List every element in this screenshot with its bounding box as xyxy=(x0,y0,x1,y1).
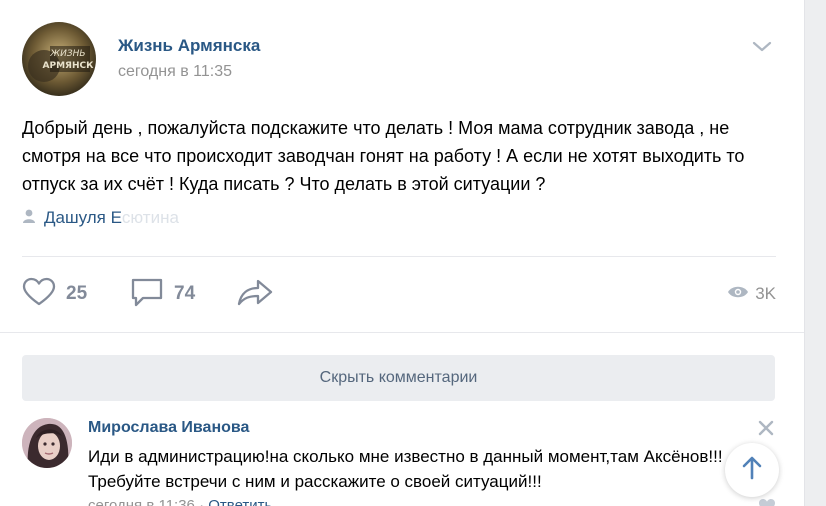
comment-button[interactable]: 74 xyxy=(130,276,195,312)
group-name-link[interactable]: Жизнь Армянска xyxy=(118,36,260,56)
post-signer[interactable]: Дашуля Есютина xyxy=(22,206,179,230)
hide-comments-button[interactable]: Скрыть комментарии xyxy=(22,355,775,401)
right-gutter xyxy=(804,0,826,506)
commenter-avatar[interactable] xyxy=(22,418,72,468)
person-icon xyxy=(22,208,36,229)
reply-link[interactable]: Ответить xyxy=(208,497,272,506)
like-count: 25 xyxy=(66,283,88,304)
share-icon xyxy=(236,277,274,312)
share-button[interactable] xyxy=(236,276,274,312)
comment-icon xyxy=(130,276,164,313)
post-actions: 25 74 3K xyxy=(22,276,776,312)
signer-name-faded: сютина xyxy=(121,208,179,227)
views-count: 3K xyxy=(755,284,776,303)
chevron-down-icon[interactable] xyxy=(750,36,774,56)
eye-icon xyxy=(727,285,749,304)
comment-author[interactable]: Мирослава Иванова xyxy=(88,419,249,437)
heart-icon xyxy=(22,277,56,312)
avatar-logo-text: ЖИЗНЬ xyxy=(49,49,85,59)
comment-text: Иди в администрацию!на сколько мне извес… xyxy=(88,447,723,491)
signer-name[interactable]: Дашуля Е xyxy=(44,208,122,228)
arrow-up-icon xyxy=(741,456,763,485)
post-divider xyxy=(22,256,776,257)
comment-count: 74 xyxy=(174,283,196,304)
svg-text:АРМЯНСК: АРМЯНСК xyxy=(43,61,95,71)
post-card: ЖИЗНЬ АРМЯНСК Жизнь Армянска сегодня в 1… xyxy=(0,0,804,506)
section-separator xyxy=(0,332,804,333)
views-counter: 3K xyxy=(727,276,776,312)
comment-like-icon[interactable] xyxy=(758,498,776,506)
like-button[interactable]: 25 xyxy=(22,276,87,312)
post-text: Добрый день , пожалуйста подскажите что … xyxy=(22,118,745,194)
group-avatar[interactable]: ЖИЗНЬ АРМЯНСК xyxy=(22,22,96,96)
comment-time[interactable]: сегодня в 11:36 xyxy=(88,497,195,506)
comment-meta: сегодня в 11:36 · Ответить xyxy=(88,497,272,506)
post-time[interactable]: сегодня в 11:35 xyxy=(118,63,232,81)
close-icon[interactable] xyxy=(756,418,776,438)
scroll-to-top-button[interactable] xyxy=(725,443,779,497)
